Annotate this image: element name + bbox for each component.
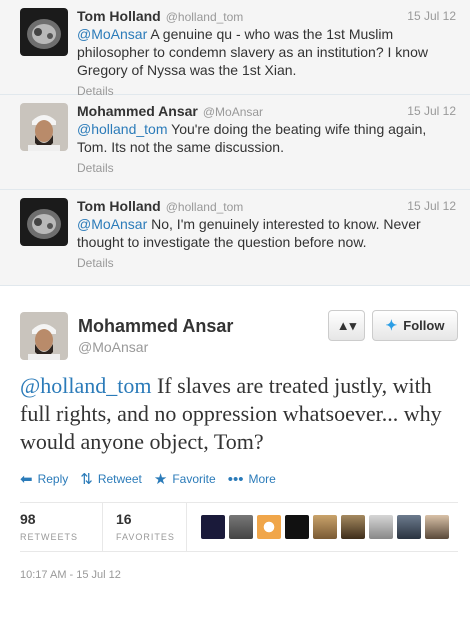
- favorites-label: FAVORITES: [116, 532, 175, 542]
- permalink-header: Mohammed Ansar @MoAnsar ▲▾ ✦ Follow: [20, 286, 470, 366]
- avatar[interactable]: [369, 515, 393, 539]
- avatar-facepile: [201, 515, 453, 539]
- avatar[interactable]: [257, 515, 281, 539]
- tweet-time[interactable]: 15 Jul 12: [407, 104, 456, 118]
- tweet-mention[interactable]: @holland_tom: [20, 373, 151, 398]
- tweet-text: @holland_tom If slaves are treated justl…: [20, 372, 445, 456]
- tweet-mention[interactable]: @MoAnsar: [77, 26, 147, 42]
- retweet-action[interactable]: ⇅ Retweet: [80, 470, 142, 488]
- star-icon: ★: [153, 471, 168, 488]
- tweet-username[interactable]: @holland_tom: [166, 10, 244, 24]
- reply-action[interactable]: ⬅ Reply: [20, 470, 68, 488]
- favorites-count: 16: [116, 511, 132, 527]
- retweets-stat[interactable]: 98 RETWEETS: [20, 502, 103, 552]
- tweet-fullname[interactable]: Tom Holland: [77, 8, 161, 24]
- tweet-mention[interactable]: @MoAnsar: [77, 216, 147, 232]
- details-link[interactable]: Details: [77, 161, 460, 175]
- retweets-label: RETWEETS: [20, 532, 79, 542]
- avatar[interactable]: [341, 515, 365, 539]
- tweet-mention[interactable]: @holland_tom: [77, 121, 168, 137]
- avatar[interactable]: [285, 515, 309, 539]
- more-action[interactable]: ••• More: [228, 471, 276, 488]
- details-link[interactable]: Details: [77, 256, 460, 270]
- bird-icon: ✦: [385, 317, 398, 333]
- avatar[interactable]: [20, 312, 68, 360]
- user-actions-button[interactable]: ▲▾: [328, 310, 365, 341]
- retweet-icon: ⇅: [80, 471, 93, 488]
- retweets-count: 98: [20, 511, 36, 527]
- author-username[interactable]: @MoAnsar: [78, 339, 148, 355]
- reply-icon: ⬅: [20, 471, 33, 488]
- tweet-fullname[interactable]: Mohammed Ansar: [77, 103, 198, 119]
- follow-label: Follow: [403, 318, 445, 333]
- favorite-label: Favorite: [172, 472, 216, 486]
- tweet-fullname[interactable]: Tom Holland: [77, 198, 161, 214]
- tweet-timestamp[interactable]: 10:17 AM - 15 Jul 12: [20, 569, 470, 581]
- tweet-actions: ⬅ Reply ⇅ Retweet ★ Favorite ••• More: [20, 470, 470, 489]
- more-dots-icon: •••: [227, 470, 244, 488]
- tweet-stats: 98 RETWEETS 16 FAVORITES: [20, 502, 458, 552]
- avatar[interactable]: [229, 515, 253, 539]
- tweet-text: @holland_tom You're doing the beating wi…: [77, 120, 455, 156]
- author-fullname[interactable]: Mohammed Ansar: [78, 316, 233, 337]
- avatar[interactable]: [425, 515, 449, 539]
- tweet-text: @MoAnsar No, I'm genuinely interested to…: [77, 215, 455, 251]
- retweet-label: Retweet: [97, 472, 142, 486]
- user-dropdown-icon: ▲▾: [336, 317, 357, 333]
- avatar[interactable]: [20, 103, 68, 151]
- avatar[interactable]: [201, 515, 225, 539]
- favorite-action[interactable]: ★ Favorite: [154, 470, 216, 488]
- tweet-text: @MoAnsar A genuine qu - who was the 1st …: [77, 25, 455, 79]
- conversation-replies: Tom Holland @holland_tom 15 Jul 12 @MoAn…: [0, 0, 470, 286]
- avatar[interactable]: [20, 8, 68, 56]
- avatar[interactable]: [313, 515, 337, 539]
- tweet-username[interactable]: @MoAnsar: [203, 105, 263, 119]
- reply-tweet[interactable]: Tom Holland @holland_tom 15 Jul 12 @MoAn…: [0, 190, 470, 286]
- favorites-stat[interactable]: 16 FAVORITES: [103, 502, 187, 552]
- reply-tweet[interactable]: Tom Holland @holland_tom 15 Jul 12 @MoAn…: [0, 0, 470, 98]
- tweet-time[interactable]: 15 Jul 12: [407, 9, 456, 23]
- avatar[interactable]: [20, 198, 68, 246]
- tweet-username[interactable]: @holland_tom: [166, 200, 244, 214]
- follow-button[interactable]: ✦ Follow: [372, 310, 458, 341]
- avatar[interactable]: [397, 515, 421, 539]
- reply-tweet[interactable]: Mohammed Ansar @MoAnsar 15 Jul 12 @holla…: [0, 95, 470, 190]
- reply-label: Reply: [37, 472, 69, 486]
- tweet-time[interactable]: 15 Jul 12: [407, 199, 456, 213]
- permalink-tweet: Mohammed Ansar @MoAnsar ▲▾ ✦ Follow @hol…: [0, 286, 470, 581]
- more-label: More: [248, 472, 276, 486]
